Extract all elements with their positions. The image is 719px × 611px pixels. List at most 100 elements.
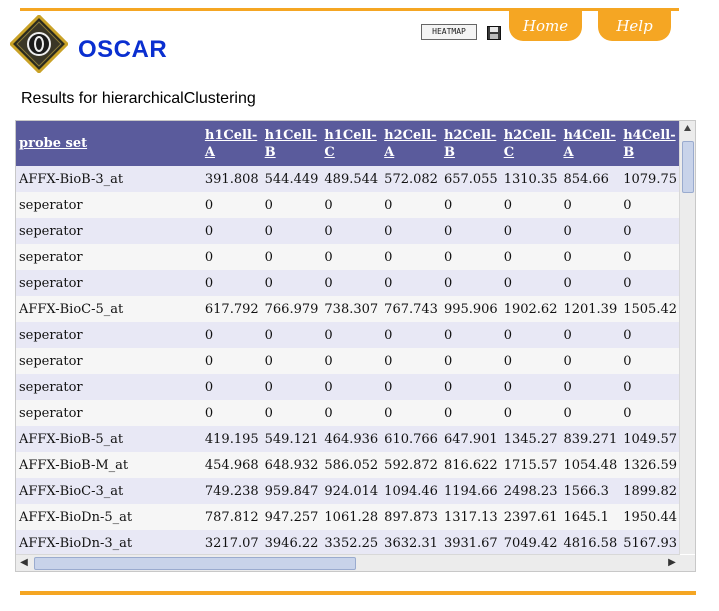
value-cell: 0 bbox=[201, 244, 262, 270]
probe-set-cell: seperator bbox=[16, 218, 202, 244]
value-cell: 0 bbox=[560, 218, 621, 244]
value-cell: 647.901 bbox=[440, 426, 501, 452]
value-cell: 1899.82 bbox=[620, 478, 680, 504]
value-cell: 7049.42 bbox=[500, 530, 561, 554]
value-cell: 0 bbox=[321, 218, 382, 244]
value-cell: 464.936 bbox=[321, 426, 382, 452]
probe-set-cell: AFFX-BioC-3_at bbox=[16, 478, 202, 504]
probe-set-cell: seperator bbox=[16, 322, 202, 348]
scroll-left-arrow-icon[interactable]: ◀ bbox=[16, 555, 32, 571]
value-cell: 0 bbox=[620, 244, 680, 270]
column-header-h2cell-c: h2Cell-C bbox=[500, 121, 561, 166]
value-cell: 0 bbox=[440, 192, 501, 218]
column-header-link[interactable]: h2Cell-A bbox=[384, 127, 438, 161]
column-header-probe-set: probe set bbox=[16, 121, 202, 166]
column-header-link[interactable]: h1Cell-B bbox=[265, 127, 319, 161]
value-cell: 549.121 bbox=[261, 426, 322, 452]
column-header-h2cell-a: h2Cell-A bbox=[381, 121, 441, 166]
scroll-up-arrow-icon[interactable] bbox=[680, 121, 695, 136]
value-cell: 0 bbox=[201, 270, 262, 296]
value-cell: 3352.25 bbox=[321, 530, 382, 554]
value-cell: 1566.3 bbox=[560, 478, 621, 504]
probe-set-cell: AFFX-BioB-5_at bbox=[16, 426, 202, 452]
value-cell: 0 bbox=[201, 218, 262, 244]
results-table-viewport: probe set h1Cell-A h1Cell-B h1Cell-C h2C… bbox=[16, 121, 680, 554]
table-row: seperator 0 0 0 0 0 0 0 0 bbox=[16, 192, 680, 218]
column-header-h1cell-c: h1Cell-C bbox=[321, 121, 382, 166]
value-cell: 1061.28 bbox=[321, 504, 382, 530]
value-cell: 0 bbox=[201, 322, 262, 348]
value-cell: 1505.42 bbox=[620, 296, 680, 322]
probe-set-cell: seperator bbox=[16, 270, 202, 296]
column-header-link[interactable]: probe set bbox=[19, 135, 199, 152]
value-cell: 766.979 bbox=[261, 296, 322, 322]
value-cell: 0 bbox=[500, 270, 561, 296]
value-cell: 3946.22 bbox=[261, 530, 322, 554]
value-cell: 0 bbox=[201, 348, 262, 374]
value-cell: 0 bbox=[321, 244, 382, 270]
value-cell: 0 bbox=[500, 218, 561, 244]
probe-set-cell: seperator bbox=[16, 192, 202, 218]
table-row: AFFX-BioC-5_at 617.792 766.979 738.307 767.7… bbox=[16, 296, 680, 322]
oscar-logo-icon[interactable] bbox=[10, 15, 68, 73]
column-header-h2cell-b: h2Cell-B bbox=[440, 121, 501, 166]
column-header-link[interactable]: h1Cell-C bbox=[324, 127, 378, 161]
horizontal-scrollbar[interactable]: ◀ ▶ bbox=[16, 554, 680, 571]
value-cell: 749.238 bbox=[201, 478, 262, 504]
value-cell: 0 bbox=[440, 322, 501, 348]
value-cell: 995.906 bbox=[440, 296, 501, 322]
bottom-accent-bar bbox=[20, 591, 696, 595]
value-cell: 0 bbox=[381, 192, 441, 218]
value-cell: 0 bbox=[560, 374, 621, 400]
column-header-link[interactable]: h2Cell-B bbox=[444, 127, 498, 161]
value-cell: 0 bbox=[261, 244, 322, 270]
value-cell: 3632.31 bbox=[381, 530, 441, 554]
value-cell: 1310.35 bbox=[500, 166, 561, 192]
value-cell: 592.872 bbox=[381, 452, 441, 478]
value-cell: 0 bbox=[560, 244, 621, 270]
value-cell: 0 bbox=[500, 192, 561, 218]
value-cell: 4816.58 bbox=[560, 530, 621, 554]
value-cell: 0 bbox=[261, 218, 322, 244]
table-header-row: probe set h1Cell-A h1Cell-B h1Cell-C h2C… bbox=[16, 121, 680, 166]
results-table: probe set h1Cell-A h1Cell-B h1Cell-C h2C… bbox=[16, 121, 680, 554]
table-row: seperator 0 0 0 0 0 0 0 0 bbox=[16, 218, 680, 244]
value-cell: 0 bbox=[560, 192, 621, 218]
value-cell: 2498.23 bbox=[500, 478, 561, 504]
vertical-scrollbar[interactable] bbox=[679, 121, 695, 554]
vertical-scroll-thumb[interactable] bbox=[682, 141, 694, 193]
heatmap-button[interactable]: HEATMAP bbox=[421, 24, 477, 40]
value-cell: 854.66 bbox=[560, 166, 621, 192]
value-cell: 0 bbox=[321, 192, 382, 218]
probe-set-cell: seperator bbox=[16, 400, 202, 426]
horizontal-scroll-thumb[interactable] bbox=[34, 557, 356, 570]
tab-help[interactable]: Help bbox=[598, 11, 671, 41]
value-cell: 1201.39 bbox=[560, 296, 621, 322]
value-cell: 0 bbox=[620, 374, 680, 400]
scroll-right-arrow-icon[interactable]: ▶ bbox=[664, 555, 680, 571]
column-header-link[interactable]: h4Cell-B bbox=[623, 127, 677, 161]
value-cell: 572.082 bbox=[381, 166, 441, 192]
value-cell: 1094.46 bbox=[381, 478, 441, 504]
tab-home[interactable]: Home bbox=[509, 11, 582, 41]
value-cell: 0 bbox=[500, 374, 561, 400]
value-cell: 0 bbox=[261, 400, 322, 426]
value-cell: 586.052 bbox=[321, 452, 382, 478]
column-header-link[interactable]: h2Cell-C bbox=[504, 127, 558, 161]
value-cell: 0 bbox=[201, 400, 262, 426]
scrollbar-corner bbox=[680, 555, 695, 571]
column-header-link[interactable]: h4Cell-A bbox=[563, 127, 617, 161]
save-icon[interactable] bbox=[487, 26, 501, 40]
table-row: AFFX-BioDn-3_at 3217.07 3946.22 3352.25 3632… bbox=[16, 530, 680, 554]
value-cell: 544.449 bbox=[261, 166, 322, 192]
value-cell: 0 bbox=[321, 374, 382, 400]
column-header-link[interactable]: h1Cell-A bbox=[205, 127, 259, 161]
value-cell: 0 bbox=[560, 348, 621, 374]
value-cell: 0 bbox=[321, 270, 382, 296]
value-cell: 1079.75 bbox=[620, 166, 680, 192]
value-cell: 391.808 bbox=[201, 166, 262, 192]
value-cell: 5167.93 bbox=[620, 530, 680, 554]
value-cell: 0 bbox=[620, 400, 680, 426]
value-cell: 1317.13 bbox=[440, 504, 501, 530]
probe-set-cell: seperator bbox=[16, 244, 202, 270]
